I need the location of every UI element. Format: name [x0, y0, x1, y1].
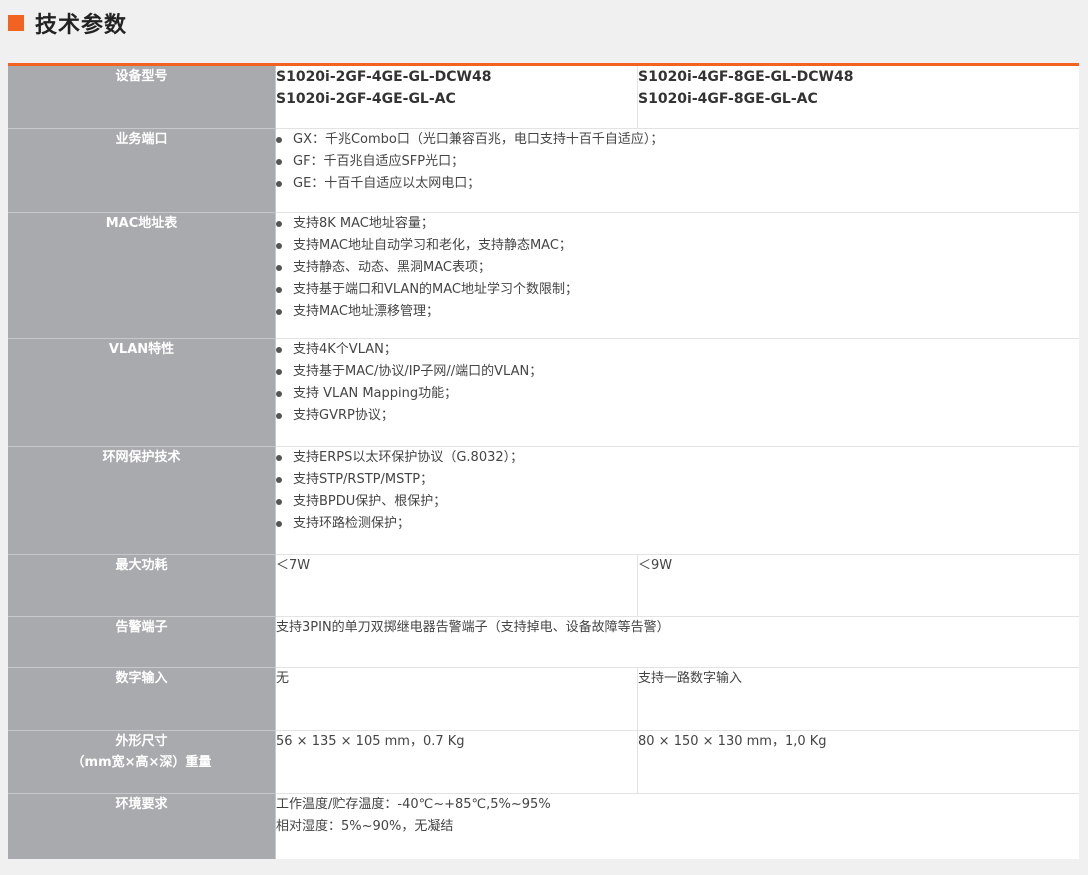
table-row-mac: MAC地址表 支持8K MAC地址容量； 支持MAC地址自动学习和老化，支持静态…	[8, 212, 1079, 339]
model-name: S1020i-2GF-4GE-GL-AC	[276, 91, 456, 107]
spec-table: 设备型号 S1020i-2GF-4GE-GL-DCW48 S1020i-2GF-…	[8, 63, 1079, 859]
model-name: S1020i-4GF-8GE-GL-AC	[638, 91, 818, 107]
list-item: 支持环路检测保护；	[276, 513, 1079, 535]
list-item: 支持基于MAC/协议/IP子网//端口的VLAN；	[276, 361, 1079, 383]
list-item: GX：千兆Combo口（光口兼容百兆，电口支持十百千自适应）；	[276, 129, 1079, 151]
list-item: GE：十百千自适应以太网电口；	[276, 173, 1079, 195]
table-row-model: 设备型号 S1020i-2GF-4GE-GL-DCW48 S1020i-2GF-…	[8, 64, 1079, 129]
size-label-line1: 外形尺寸	[115, 734, 168, 749]
digital-col1: 无	[275, 667, 638, 731]
row-label-vlan: VLAN特性	[8, 338, 276, 447]
ring-value: 支持ERPS以太环保护协议（G.8032）； 支持STP/RSTP/MSTP； …	[275, 446, 1079, 555]
power-col1: ＜7W	[275, 554, 638, 617]
alarm-value: 支持3PIN的单刀双掷继电器告警端子（支持掉电、设备故障等告警）	[275, 616, 1079, 668]
mac-value: 支持8K MAC地址容量； 支持MAC地址自动学习和老化，支持静态MAC； 支持…	[275, 212, 1079, 339]
list-item: 支持8K MAC地址容量；	[276, 213, 1079, 235]
model-col2: S1020i-4GF-8GE-GL-DCW48 S1020i-4GF-8GE-G…	[637, 64, 1079, 129]
model-name: S1020i-2GF-4GE-GL-DCW48	[276, 69, 492, 85]
digital-value: 支持一路数字输入	[638, 671, 743, 686]
row-label-mac: MAC地址表	[8, 212, 276, 339]
list-item: 支持基于端口和VLAN的MAC地址学习个数限制；	[276, 279, 1079, 301]
row-label-size: 外形尺寸 （mm宽×高×深）重量	[8, 730, 276, 794]
list-item: 支持GVRP协议；	[276, 405, 1079, 427]
row-label-env: 环境要求	[8, 793, 276, 859]
table-row-ring: 环网保护技术 支持ERPS以太环保护协议（G.8032）； 支持STP/RSTP…	[8, 446, 1079, 555]
power-value: ＜7W	[276, 558, 311, 573]
list-item: 支持静态、动态、黑洞MAC表项；	[276, 257, 1079, 279]
row-label-ring: 环网保护技术	[8, 446, 276, 555]
list-item: 支持MAC地址自动学习和老化，支持静态MAC；	[276, 235, 1079, 257]
list-item: 支持BPDU保护、根保护；	[276, 491, 1079, 513]
env-line: 相对湿度：5%~90%，无凝结	[276, 819, 454, 834]
ports-value: GX：千兆Combo口（光口兼容百兆，电口支持十百千自适应）； GF：千百兆自适…	[275, 128, 1079, 213]
table-row-power: 最大功耗 ＜7W ＜9W	[8, 554, 1079, 617]
table-row-env: 环境要求 工作温度/贮存温度：-40℃~+85℃,5%~95% 相对湿度：5%~…	[8, 793, 1079, 859]
list-item: GF：千百兆自适应SFP光口；	[276, 151, 1079, 173]
title-marker-icon	[8, 15, 24, 31]
alarm-text: 支持3PIN的单刀双掷继电器告警端子（支持掉电、设备故障等告警）	[276, 620, 670, 635]
list-item: 支持STP/RSTP/MSTP；	[276, 469, 1079, 491]
table-row-digital: 数字输入 无 支持一路数字输入	[8, 667, 1079, 731]
list-item: 支持 VLAN Mapping功能；	[276, 383, 1079, 405]
size-value: 56 × 135 × 105 mm，0.7 Kg	[276, 734, 465, 749]
section-header: 技术参数	[8, 8, 127, 38]
model-name: S1020i-4GF-8GE-GL-DCW48	[638, 69, 854, 85]
row-label-model: 设备型号	[8, 64, 276, 129]
size-value: 80 × 150 × 130 mm，1,0 Kg	[638, 734, 827, 749]
table-row-alarm: 告警端子 支持3PIN的单刀双掷继电器告警端子（支持掉电、设备故障等告警）	[8, 616, 1079, 668]
page-title: 技术参数	[35, 13, 128, 38]
env-line: 工作温度/贮存温度：-40℃~+85℃,5%~95%	[276, 797, 551, 812]
table-row-size: 外形尺寸 （mm宽×高×深）重量 56 × 135 × 105 mm，0.7 K…	[8, 730, 1079, 794]
row-label-alarm: 告警端子	[8, 616, 276, 668]
list-item: 支持4K个VLAN；	[276, 339, 1079, 361]
row-label-digital: 数字输入	[8, 667, 276, 731]
digital-value: 无	[276, 671, 290, 686]
list-item: 支持ERPS以太环保护协议（G.8032）；	[276, 447, 1079, 469]
list-item: 支持MAC地址漂移管理；	[276, 301, 1079, 323]
size-col1: 56 × 135 × 105 mm，0.7 Kg	[275, 730, 638, 794]
size-label-line2: （mm宽×高×深）重量	[71, 755, 212, 770]
power-value: ＜9W	[638, 558, 673, 573]
size-col2: 80 × 150 × 130 mm，1,0 Kg	[637, 730, 1079, 794]
vlan-value: 支持4K个VLAN； 支持基于MAC/协议/IP子网//端口的VLAN； 支持 …	[275, 338, 1079, 447]
power-col2: ＜9W	[637, 554, 1079, 617]
row-label-ports: 业务端口	[8, 128, 276, 213]
table-row-vlan: VLAN特性 支持4K个VLAN； 支持基于MAC/协议/IP子网//端口的VL…	[8, 338, 1079, 447]
digital-col2: 支持一路数字输入	[637, 667, 1079, 731]
model-col1: S1020i-2GF-4GE-GL-DCW48 S1020i-2GF-4GE-G…	[275, 64, 638, 129]
env-value: 工作温度/贮存温度：-40℃~+85℃,5%~95% 相对湿度：5%~90%，无…	[275, 793, 1079, 859]
table-row-ports: 业务端口 GX：千兆Combo口（光口兼容百兆，电口支持十百千自适应）； GF：…	[8, 128, 1079, 213]
row-label-power: 最大功耗	[8, 554, 276, 617]
